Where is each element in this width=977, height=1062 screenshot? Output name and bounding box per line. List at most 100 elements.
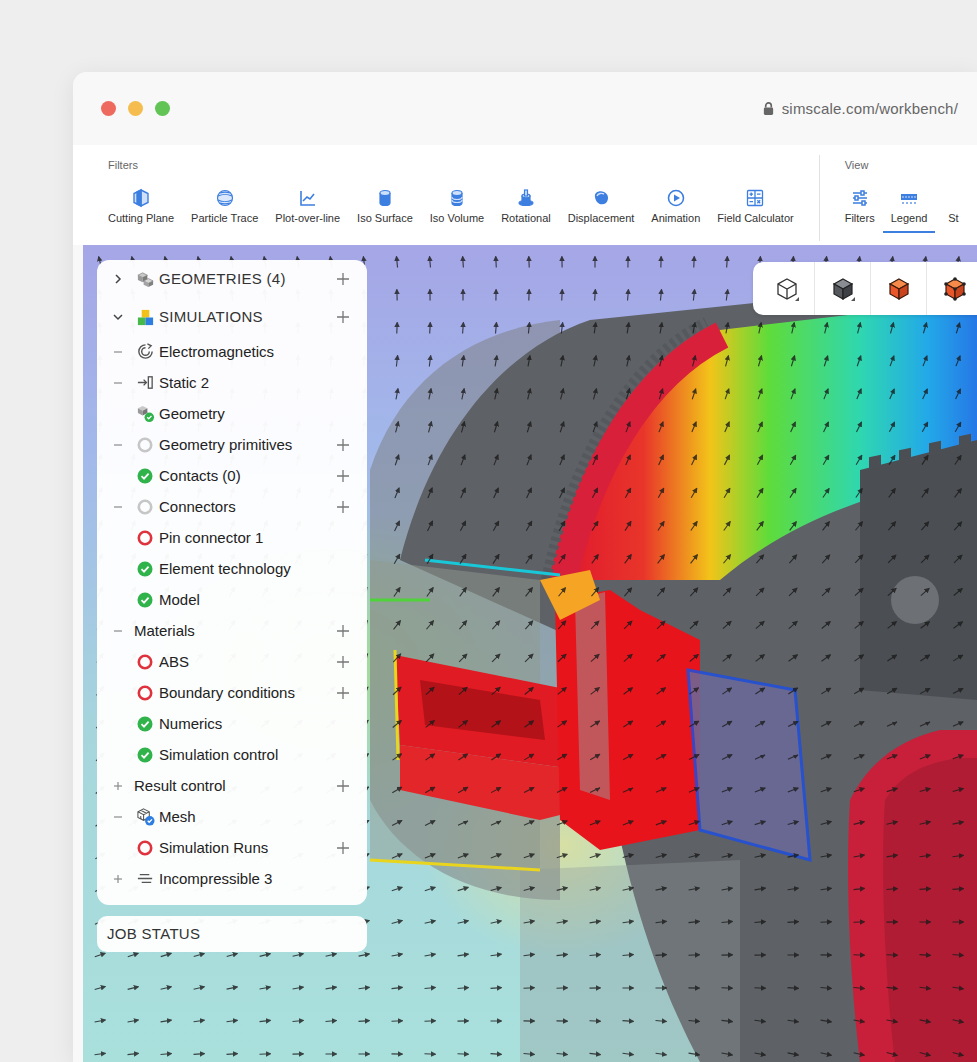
tree-item[interactable]: Numerics — [109, 708, 350, 739]
collapse-icon[interactable] — [113, 502, 123, 512]
address-bar[interactable]: simscale.com/workbench/ — [762, 100, 958, 117]
field-vector — [660, 257, 661, 268]
field-vector — [922, 455, 928, 464]
3d-viewport[interactable]: GEOMETRIES (4)SIMULATIONSElectromagnetic… — [83, 245, 977, 1062]
field-vector — [392, 820, 402, 825]
toolbar-button[interactable]: Field Calculator — [717, 188, 793, 233]
view-mode-button[interactable] — [871, 262, 927, 315]
collapse-icon[interactable] — [113, 378, 123, 388]
toolbar-button[interactable]: Rotational — [501, 188, 551, 233]
add-icon[interactable] — [336, 469, 350, 483]
field-vector — [890, 323, 893, 334]
field-vector — [656, 721, 665, 727]
tree-item[interactable]: Boundary conditions — [109, 677, 350, 708]
toolbar-button[interactable]: Iso Surface — [357, 188, 413, 233]
chevron-icon[interactable] — [112, 311, 124, 323]
toolbar-button[interactable]: Legend — [883, 188, 936, 233]
tree-item[interactable]: Simulation control — [109, 739, 350, 770]
tree-item[interactable]: Result control — [109, 770, 350, 801]
tree-item[interactable]: Contacts (0) — [109, 460, 350, 491]
field-vector — [955, 489, 962, 498]
add-icon[interactable] — [336, 310, 350, 324]
add-icon[interactable] — [336, 272, 350, 286]
add-icon[interactable] — [336, 500, 350, 514]
toolbar-button[interactable]: Particle Trace — [191, 188, 258, 233]
tree-section[interactable]: GEOMETRIES (4) — [109, 260, 350, 298]
tree-item[interactable]: Pin connector 1 — [109, 522, 350, 553]
job-status-panel[interactable]: JOB STATUS — [97, 916, 367, 952]
tree-item[interactable]: Model — [109, 584, 350, 615]
tree-item[interactable]: Connectors — [109, 491, 350, 522]
toolbar-button[interactable]: Plot-over-line — [275, 188, 340, 233]
add-icon[interactable] — [336, 624, 350, 638]
close-button[interactable] — [101, 101, 116, 116]
view-mode-button[interactable] — [815, 262, 871, 315]
toolbar: Filters Cutting Plane Particle Trace Plot-o… — [73, 145, 977, 245]
minimize-button[interactable] — [128, 101, 143, 116]
url-text: simscale.com/workbench/ — [782, 100, 958, 117]
tree-item[interactable]: Simulation Runs — [109, 832, 350, 863]
field-vector — [495, 290, 496, 301]
none-icon — [943, 188, 963, 208]
tree-item-label: Boundary conditions — [159, 684, 336, 702]
add-icon[interactable] — [336, 655, 350, 669]
add-icon[interactable] — [336, 686, 350, 700]
add-icon[interactable] — [336, 779, 350, 793]
field-vector — [722, 721, 732, 727]
field-vector — [591, 654, 599, 661]
toolbar-button[interactable]: St — [943, 188, 963, 233]
outline-cube-icon — [774, 276, 800, 302]
expand-icon[interactable] — [113, 874, 123, 884]
collapse-icon[interactable] — [113, 347, 123, 357]
add-icon[interactable] — [336, 841, 350, 855]
add-icon[interactable] — [336, 438, 350, 452]
chevron-icon[interactable] — [112, 273, 124, 285]
toolbar-button[interactable]: Filters — [845, 188, 875, 233]
field-vector — [788, 755, 798, 760]
field-vector — [491, 754, 500, 760]
toolbar-button[interactable]: Animation — [651, 188, 700, 233]
field-vector — [425, 921, 436, 924]
tree-section[interactable]: SIMULATIONS — [109, 298, 350, 336]
tree-item[interactable]: Electromagnetics — [109, 336, 350, 367]
tree-item[interactable]: Element technology — [109, 553, 350, 584]
expand-icon[interactable] — [113, 781, 123, 791]
view-mode-button[interactable] — [759, 262, 815, 315]
tree-item[interactable]: Geometry — [109, 398, 350, 429]
field-vector — [525, 654, 533, 662]
icon-slot — [134, 373, 156, 392]
toolbar-button[interactable]: Displacement — [568, 188, 635, 233]
magnet-core — [555, 590, 700, 850]
tree-item[interactable]: Mesh — [109, 801, 350, 832]
icon-slot — [134, 308, 156, 327]
field-vector — [260, 1020, 271, 1021]
collapse-icon[interactable] — [113, 812, 123, 822]
field-vector — [426, 621, 433, 629]
collapse-icon[interactable] — [113, 626, 123, 636]
field-vector — [659, 389, 662, 399]
field-vector — [722, 788, 732, 792]
tree-item[interactable]: Static 2 — [109, 367, 350, 398]
zoom-button[interactable] — [155, 101, 170, 116]
view-mode-button[interactable] — [927, 262, 977, 315]
field-vector — [659, 455, 664, 465]
collapse-icon[interactable] — [113, 440, 123, 450]
toolbar-button[interactable]: Iso Volume — [430, 188, 484, 233]
icon-slot — [134, 685, 156, 701]
field-vector — [462, 290, 463, 301]
icon-slot — [134, 807, 156, 826]
field-vector — [561, 389, 564, 400]
field-vector — [823, 455, 829, 464]
toolbar-button[interactable]: Cutting Plane — [108, 188, 174, 233]
field-vector — [755, 1053, 766, 1055]
field-vector — [623, 954, 634, 956]
tree-item[interactable]: Geometry primitives — [109, 429, 350, 460]
tree-item[interactable]: Materials — [109, 615, 350, 646]
field-vector — [625, 488, 630, 498]
field-vector — [756, 655, 765, 662]
field-vector — [627, 356, 629, 367]
tree-item[interactable]: Incompressible 3 — [109, 863, 350, 894]
field-vector — [524, 1053, 535, 1055]
field-vector — [656, 1053, 667, 1055]
tree-item[interactable]: ABS — [109, 646, 350, 677]
